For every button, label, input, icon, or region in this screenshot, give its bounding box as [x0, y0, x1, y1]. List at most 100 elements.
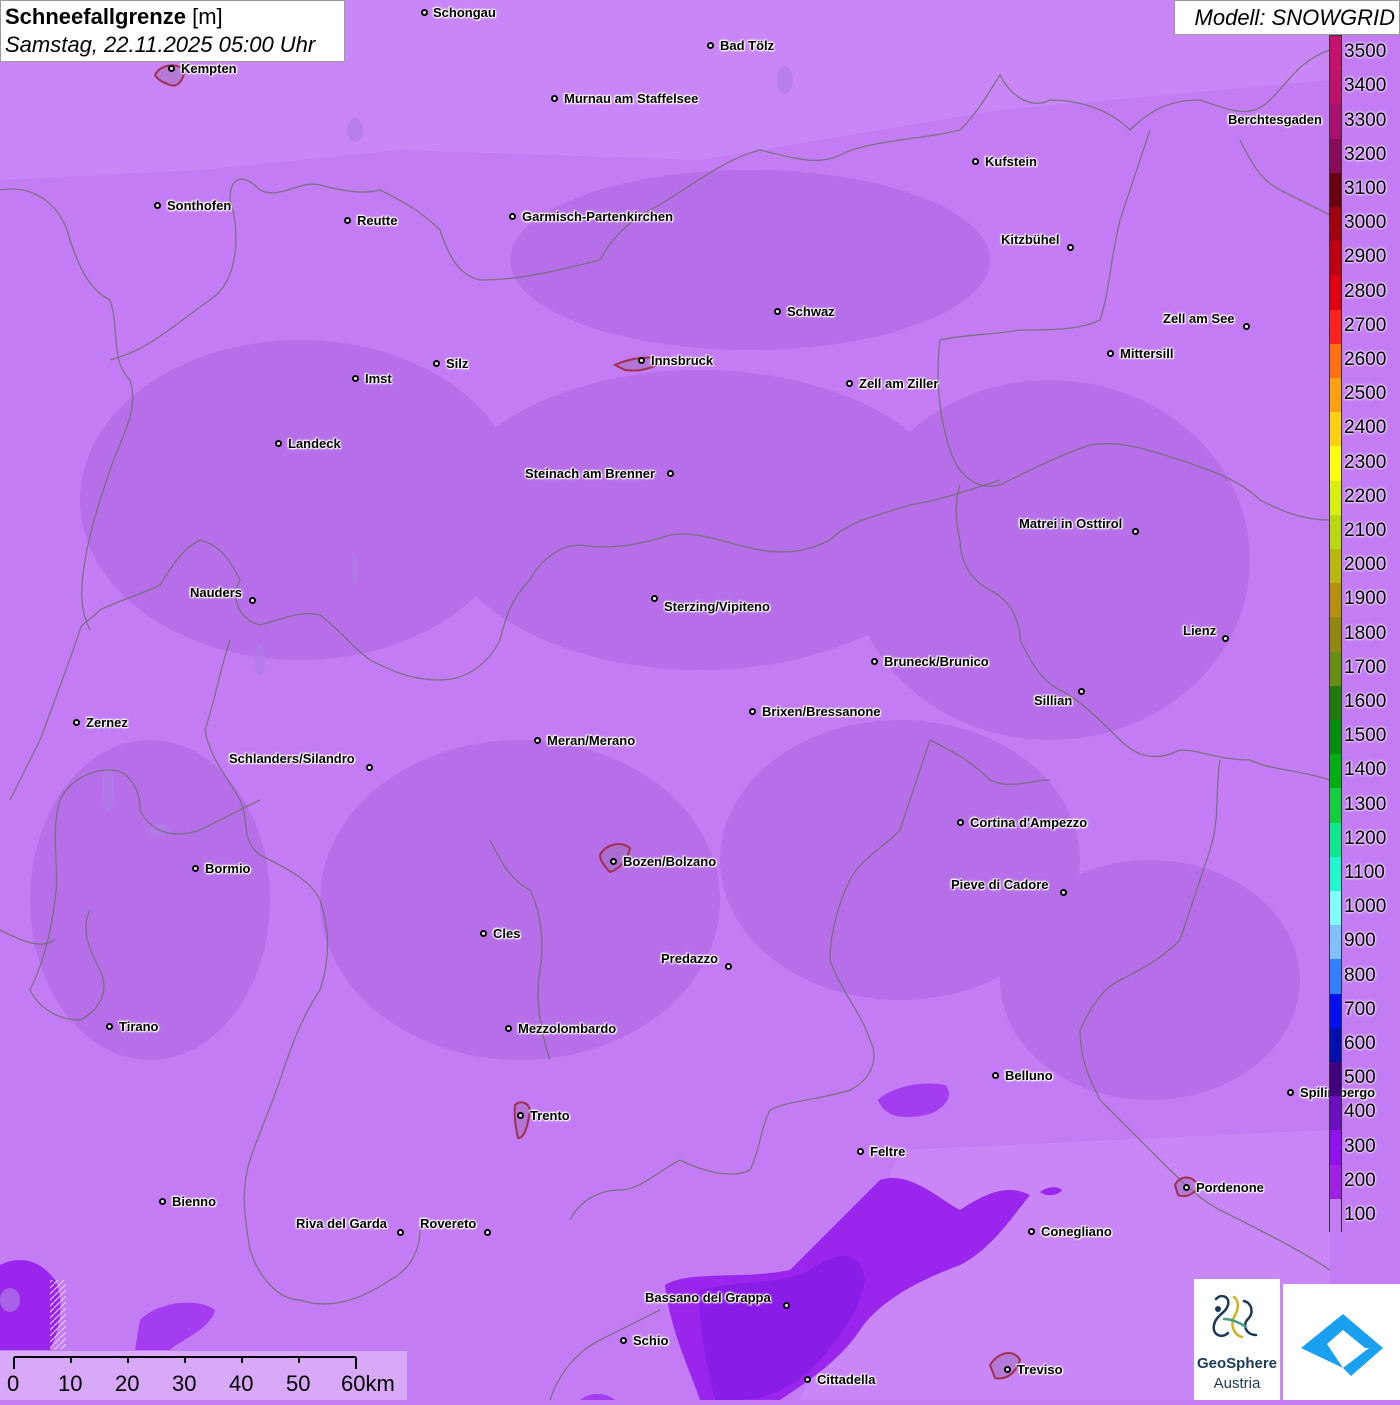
- city-marker[interactable]: [725, 963, 732, 970]
- city-label: Berchtesgaden: [1228, 112, 1322, 127]
- city-marker[interactable]: [707, 42, 714, 49]
- city-marker[interactable]: [638, 357, 645, 364]
- city-marker[interactable]: [517, 1112, 524, 1119]
- legend-color-step: [1330, 1096, 1341, 1131]
- scale-label: 20: [115, 1371, 140, 1396]
- city-marker[interactable]: [168, 65, 175, 72]
- city-marker[interactable]: [397, 1229, 404, 1236]
- scale-bar: 0 10 20 30 40 50 60km: [0, 1351, 407, 1400]
- city-marker[interactable]: [352, 375, 359, 382]
- geosphere-name-line2: Austria: [1213, 1375, 1261, 1392]
- city-marker[interactable]: [871, 658, 878, 665]
- color-legend: 3500 3400 3300 3200 3100 3000 2900 2800 2700 2600…: [1329, 35, 1400, 1234]
- city-label: Sonthofen: [167, 198, 232, 213]
- city-marker[interactable]: [774, 308, 781, 315]
- city-marker[interactable]: [957, 819, 964, 826]
- city-marker[interactable]: [1067, 244, 1074, 251]
- legend-value-label: 3500: [1344, 41, 1387, 63]
- city-marker[interactable]: [154, 202, 161, 209]
- map-title: Schneefallgrenze [m]: [5, 3, 340, 31]
- legend-value-label: 1800: [1344, 622, 1387, 644]
- legend-value-label: 100: [1344, 1203, 1376, 1225]
- city-marker[interactable]: [1078, 688, 1085, 695]
- city-marker[interactable]: [620, 1337, 627, 1344]
- city-marker[interactable]: [509, 213, 516, 220]
- legend-value-label: 1500: [1344, 725, 1387, 747]
- city-label: Kufstein: [985, 154, 1037, 169]
- legend-value-label: 2700: [1344, 314, 1387, 336]
- city-marker[interactable]: [846, 380, 853, 387]
- city-label: Nauders: [190, 585, 243, 600]
- city-marker[interactable]: [1132, 528, 1139, 535]
- city-marker[interactable]: [249, 597, 256, 604]
- legend-value-label: 1700: [1344, 656, 1387, 678]
- city-marker[interactable]: [534, 737, 541, 744]
- city-marker[interactable]: [73, 719, 80, 726]
- city-label: Innsbruck: [651, 353, 714, 368]
- city-marker[interactable]: [433, 360, 440, 367]
- city-marker[interactable]: [804, 1376, 811, 1383]
- city-marker[interactable]: [106, 1023, 113, 1030]
- city-marker[interactable]: [972, 158, 979, 165]
- city-marker[interactable]: [421, 9, 428, 16]
- legend-value-label: 1600: [1344, 690, 1387, 712]
- legend-value-label: 3000: [1344, 212, 1387, 234]
- city-marker[interactable]: [667, 470, 674, 477]
- legend-color-step: [1330, 70, 1341, 105]
- legend-color-step: [1330, 1027, 1341, 1063]
- legend-color-step: [1330, 651, 1341, 687]
- city-label: Bassano del Grappa: [645, 1290, 771, 1305]
- city-marker[interactable]: [1222, 635, 1229, 642]
- city-label: Trento: [530, 1108, 570, 1123]
- legend-color-step: [1330, 138, 1341, 174]
- legend-value-label: 1000: [1344, 896, 1387, 918]
- city-marker[interactable]: [749, 708, 756, 715]
- legend-color-step: [1330, 822, 1341, 858]
- snowgrid-logo[interactable]: [1283, 1284, 1400, 1400]
- city-label: Bad Tölz: [720, 38, 775, 53]
- legend-color-step: [1330, 36, 1341, 71]
- legend-value-label: 2100: [1344, 519, 1387, 541]
- city-marker[interactable]: [192, 865, 199, 872]
- city-label: Zell am See: [1163, 311, 1235, 326]
- city-label: Reutte: [357, 213, 398, 228]
- model-label: Modell: SNOWGRID: [1174, 0, 1400, 35]
- city-marker[interactable]: [992, 1072, 999, 1079]
- legend-color-step: [1330, 446, 1341, 482]
- geosphere-austria-logo[interactable]: GeoSphere Austria: [1194, 1279, 1280, 1400]
- city-label: Zernez: [86, 715, 128, 730]
- city-marker[interactable]: [366, 764, 373, 771]
- city-label: Tirano: [119, 1019, 159, 1034]
- legend-color-step: [1330, 480, 1341, 516]
- legend-value-label: 3100: [1344, 177, 1387, 199]
- city-marker[interactable]: [344, 217, 351, 224]
- city-marker[interactable]: [857, 1148, 864, 1155]
- city-label: Conegliano: [1041, 1224, 1112, 1239]
- city-marker[interactable]: [1060, 889, 1067, 896]
- city-marker[interactable]: [484, 1229, 491, 1236]
- legend-value-label: 2200: [1344, 485, 1387, 507]
- city-marker[interactable]: [1028, 1228, 1035, 1235]
- city-label: Sillian: [1034, 693, 1073, 708]
- city-marker[interactable]: [480, 930, 487, 937]
- city-marker[interactable]: [551, 95, 558, 102]
- city-marker[interactable]: [783, 1302, 790, 1309]
- city-label: Lienz: [1183, 623, 1217, 638]
- city-marker[interactable]: [1107, 350, 1114, 357]
- scale-label: 30: [172, 1371, 197, 1396]
- city-marker[interactable]: [1004, 1366, 1011, 1373]
- city-label: Feltre: [870, 1144, 906, 1159]
- legend-color-step: [1330, 1130, 1341, 1166]
- legend-color-step: [1330, 343, 1341, 379]
- legend-value-label: 200: [1344, 1169, 1376, 1191]
- city-marker[interactable]: [1287, 1089, 1294, 1096]
- city-marker[interactable]: [610, 858, 617, 865]
- city-marker[interactable]: [1243, 323, 1250, 330]
- city-marker[interactable]: [651, 595, 658, 602]
- legend-color-step: [1330, 891, 1341, 926]
- city-label: Zell am Ziller: [859, 376, 939, 391]
- city-marker[interactable]: [159, 1198, 166, 1205]
- city-marker[interactable]: [275, 440, 282, 447]
- city-marker[interactable]: [505, 1025, 512, 1032]
- city-marker[interactable]: [1183, 1184, 1190, 1191]
